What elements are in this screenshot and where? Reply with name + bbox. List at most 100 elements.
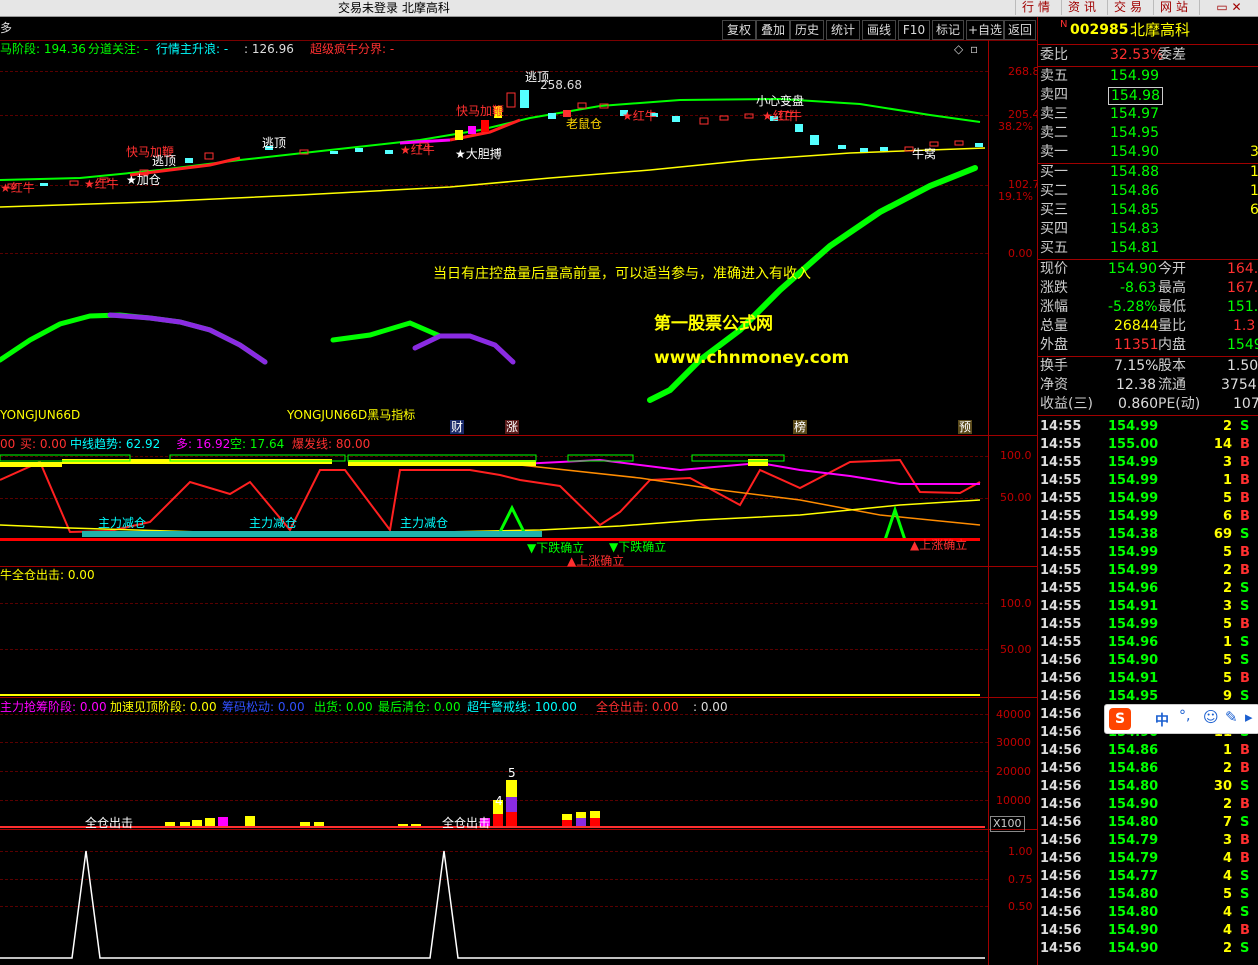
tick-direction: B [1240,923,1250,938]
window-toggle-icon[interactable]: ▫ [970,42,978,56]
order-price: 154.85 [1110,202,1159,218]
tick-price: 154.38 [1108,527,1159,542]
buy2-row[interactable]: 买二 154.86 1 [1038,182,1258,201]
order-price: 154.83 [1110,221,1159,237]
tick-time: 14:55 [1040,527,1082,542]
date-marker[interactable]: 预 [958,420,973,434]
indicator-val: 主力抢筹阶段: 0.00 [0,700,107,714]
annotation: ★大胆搏 [455,147,502,161]
pen-icon[interactable]: ✎ [1225,708,1238,726]
tick-time: 14:56 [1040,653,1082,668]
buy1-row[interactable]: 买一 154.88 1 [1038,163,1258,182]
punctuation-icon[interactable]: °, [1179,708,1190,724]
sell4-row[interactable]: 卖四 154.98 [1038,86,1258,105]
sell3-row[interactable]: 卖三 154.97 [1038,105,1258,124]
stat-value: 11351 [1114,337,1159,353]
wangzhan-button[interactable]: 网站 [1153,0,1198,15]
tick-direction: S [1240,653,1250,668]
tick-price: 154.77 [1108,869,1159,884]
ime-toolbar[interactable]: S 中 °, ☺ ✎ ▸ [1104,704,1258,734]
tick-volume: 4 [1222,851,1232,866]
order-vol: 1 [1250,164,1258,180]
tick-volume: 2 [1222,797,1232,812]
annotation: ★红牛 [84,177,119,191]
stock-name: 北摩高科 [1130,21,1191,39]
emoji-icon[interactable]: ☺ [1203,708,1219,726]
tick-volume: 5 [1222,491,1232,506]
tick-volume: 5 [1222,545,1232,560]
jiaoyi-button[interactable]: 交易 [1107,0,1152,15]
axis-label: 50.00 [1000,491,1032,504]
green-spike [498,504,526,533]
tick-list[interactable]: 14:55 154.99 2 S 14:55 155.00 14 B 14:55 154.99 3 B… [1038,418,1258,965]
tick-row: 14:55 155.00 14 B [1038,436,1258,454]
tick-row: 14:55 154.99 3 B [1038,454,1258,472]
tick-price: 154.99 [1108,473,1159,488]
order-label: 卖四 [1040,87,1068,103]
tick-direction: S [1240,419,1250,434]
annotation: ▲上涨确立 [567,554,625,568]
tick-volume: 14 [1213,437,1232,452]
sell5-row[interactable]: 卖五 154.99 [1038,67,1258,86]
tick-time: 14:56 [1040,923,1082,938]
more-icon[interactable]: ▸ [1245,708,1253,726]
weibi-row: 委比 32.53% 委差 [1038,46,1258,65]
tick-time: 14:56 [1040,869,1082,884]
order-label: 卖二 [1040,125,1068,141]
tick-time: 14:55 [1040,635,1082,650]
indicator-val-2: 行情主升浪: - [156,42,229,56]
sogou-logo-icon[interactable]: S [1109,708,1131,730]
tick-time: 14:56 [1040,797,1082,812]
tick-row: 14:56 154.79 4 B [1038,850,1258,868]
x100-button[interactable]: X100 [990,816,1025,832]
tick-direction: B [1240,473,1250,488]
stat-row: 现价 154.90 今开 164.0 [1038,260,1258,279]
window-controls[interactable]: ▭ ✕ [1199,0,1258,15]
sell1-row[interactable]: 卖一 154.90 3 [1038,143,1258,162]
indicator-val-1: 分道关注: - [88,42,149,56]
buy5-row[interactable]: 买五 154.81 [1038,239,1258,258]
axis-label: 20000 [996,765,1031,778]
stat-label: 内盘 [1158,337,1186,353]
stat-value: 26844 [1114,318,1159,334]
tick-direction: B [1240,617,1250,632]
order-price: 154.97 [1110,106,1159,122]
buy4-row[interactable]: 买四 154.83 [1038,220,1258,239]
indicator-val-4: 超级疯牛分界: - [310,42,395,56]
tick-row: 14:55 154.99 5 B [1038,544,1258,562]
stat-label: 涨幅 [1040,299,1068,315]
date-marker[interactable]: 涨 [505,420,520,434]
stat-value: 3754 [1221,377,1257,393]
tick-row: 14:55 154.99 2 B [1038,562,1258,580]
indicator-val: 出货: 0.00 [314,700,373,714]
order-price: 154.90 [1110,144,1159,160]
diamond-icon[interactable]: ◇ [954,42,963,56]
tick-direction: B [1240,455,1250,470]
tick-price: 154.80 [1108,905,1159,920]
panel2-header: 00 买: 0.00 中线趋势: 62.92 多: 16.92 空: 17.64… [0,437,985,451]
sell2-row[interactable]: 卖二 154.95 [1038,124,1258,143]
axis-label: 40000 [996,708,1031,721]
tick-time: 14:56 [1040,779,1082,794]
zixun-button[interactable]: 资讯 [1061,0,1106,15]
tick-direction: B [1240,437,1250,452]
tick-row: 14:55 154.99 1 B [1038,472,1258,490]
date-marker[interactable]: 榜 [793,420,808,434]
tick-volume: 5 [1222,653,1232,668]
stat-value: 154.90 [1108,261,1157,277]
order-label: 卖五 [1040,68,1068,84]
ime-language-label[interactable]: 中 [1155,710,1169,730]
indicator-val: : 0.00 [693,700,728,714]
indicator-val: 多: 16.92 [176,437,231,451]
date-marker[interactable]: 财 [450,420,465,434]
tick-time: 14:56 [1040,887,1082,902]
tick-direction: S [1240,779,1250,794]
buy3-row[interactable]: 买三 154.85 6 [1038,201,1258,220]
quote-panel: N 002985 北摩高科 委比 32.53% 委差 卖五 154.99 卖四 … [1037,17,1258,965]
axis-label: 10000 [996,794,1031,807]
stock-code: 002985 [1070,22,1129,38]
stat-value: 1.3 [1233,318,1256,334]
tick-time: 14:55 [1040,617,1082,632]
tick-volume: 3 [1222,455,1232,470]
watermark-url: www.chnmoney.com [654,348,850,368]
